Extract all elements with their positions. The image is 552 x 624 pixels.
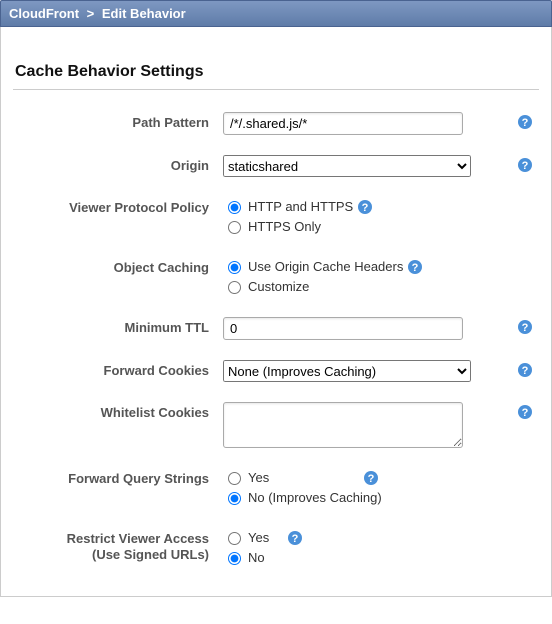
- radio-label: HTTPS Only: [248, 219, 321, 234]
- help-icon[interactable]: ?: [517, 404, 533, 420]
- radio-input[interactable]: [228, 492, 241, 505]
- radio-fwd-query-no[interactable]: No (Improves Caching): [223, 489, 533, 505]
- radio-input[interactable]: [228, 532, 241, 545]
- help-icon[interactable]: ?: [287, 530, 303, 546]
- radio-label: Yes: [248, 470, 269, 485]
- help-icon[interactable]: ?: [363, 470, 379, 486]
- whitelist-cookies-textarea[interactable]: [223, 402, 463, 448]
- breadcrumb: CloudFront > Edit Behavior: [0, 0, 552, 27]
- row-viewer-protocol: Viewer Protocol Policy HTTP and HTTPS ? …: [13, 197, 539, 237]
- row-whitelist-cookies: Whitelist Cookies ?: [13, 402, 539, 448]
- svg-text:?: ?: [412, 262, 419, 274]
- row-object-caching: Object Caching Use Origin Cache Headers …: [13, 257, 539, 297]
- svg-text:?: ?: [292, 533, 299, 545]
- svg-text:?: ?: [522, 160, 529, 172]
- help-icon[interactable]: ?: [517, 362, 533, 378]
- help-icon[interactable]: ?: [517, 157, 533, 173]
- radio-input[interactable]: [228, 201, 241, 214]
- help-icon[interactable]: ?: [517, 319, 533, 335]
- path-pattern-input[interactable]: [223, 112, 463, 135]
- help-icon[interactable]: ?: [517, 114, 533, 130]
- origin-select[interactable]: staticshared: [223, 155, 471, 177]
- label-path-pattern: Path Pattern: [13, 112, 223, 131]
- help-icon[interactable]: ?: [357, 199, 373, 215]
- min-ttl-input[interactable]: [223, 317, 463, 340]
- row-forward-query: Forward Query Strings Yes ? No (Improves…: [13, 468, 539, 508]
- radio-input[interactable]: [228, 472, 241, 485]
- forward-cookies-select[interactable]: None (Improves Caching): [223, 360, 471, 382]
- breadcrumb-sep: >: [87, 6, 95, 21]
- row-origin: Origin staticshared ?: [13, 155, 539, 177]
- radio-restrict-no[interactable]: No: [223, 549, 533, 565]
- svg-text:?: ?: [522, 407, 529, 419]
- radio-label: No: [248, 550, 265, 565]
- radio-label: No (Improves Caching): [248, 490, 382, 505]
- svg-text:?: ?: [522, 365, 529, 377]
- svg-text:?: ?: [522, 322, 529, 334]
- help-icon[interactable]: ?: [407, 259, 423, 275]
- label-viewer-protocol: Viewer Protocol Policy: [13, 197, 223, 216]
- radio-label: Use Origin Cache Headers: [248, 259, 403, 274]
- radio-input[interactable]: [228, 261, 241, 274]
- label-forward-cookies: Forward Cookies: [13, 360, 223, 379]
- svg-text:?: ?: [362, 202, 369, 214]
- radio-fwd-query-yes[interactable]: Yes ?: [223, 468, 533, 486]
- radio-label: Yes: [248, 530, 269, 545]
- radio-label: Customize: [248, 279, 309, 294]
- label-object-caching: Object Caching: [13, 257, 223, 276]
- label-forward-query: Forward Query Strings: [13, 468, 223, 487]
- row-path-pattern: Path Pattern ?: [13, 112, 539, 135]
- label-origin: Origin: [13, 155, 223, 174]
- radio-input[interactable]: [228, 552, 241, 565]
- row-forward-cookies: Forward Cookies None (Improves Caching) …: [13, 360, 539, 382]
- radio-http-and-https[interactable]: HTTP and HTTPS ?: [223, 197, 533, 215]
- form: Path Pattern ? Origin staticshared ?: [13, 89, 539, 568]
- radio-https-only[interactable]: HTTPS Only: [223, 218, 533, 234]
- radio-use-origin-cache[interactable]: Use Origin Cache Headers ?: [223, 257, 533, 275]
- radio-customize[interactable]: Customize: [223, 278, 533, 294]
- radio-input[interactable]: [228, 221, 241, 234]
- label-restrict-access: Restrict Viewer Access (Use Signed URLs): [13, 528, 223, 564]
- breadcrumb-current: Edit Behavior: [102, 6, 186, 21]
- breadcrumb-root[interactable]: CloudFront: [9, 6, 79, 21]
- label-min-ttl: Minimum TTL: [13, 317, 223, 336]
- svg-text:?: ?: [368, 473, 375, 485]
- radio-input[interactable]: [228, 281, 241, 294]
- section-title: Cache Behavior Settings: [15, 63, 539, 81]
- label-whitelist-cookies: Whitelist Cookies: [13, 402, 223, 421]
- content-panel: Cache Behavior Settings Path Pattern ? O…: [0, 27, 552, 597]
- row-restrict-access: Restrict Viewer Access (Use Signed URLs)…: [13, 528, 539, 568]
- radio-restrict-yes[interactable]: Yes ?: [223, 528, 533, 546]
- row-min-ttl: Minimum TTL ?: [13, 317, 539, 340]
- svg-text:?: ?: [522, 117, 529, 129]
- radio-label: HTTP and HTTPS: [248, 199, 353, 214]
